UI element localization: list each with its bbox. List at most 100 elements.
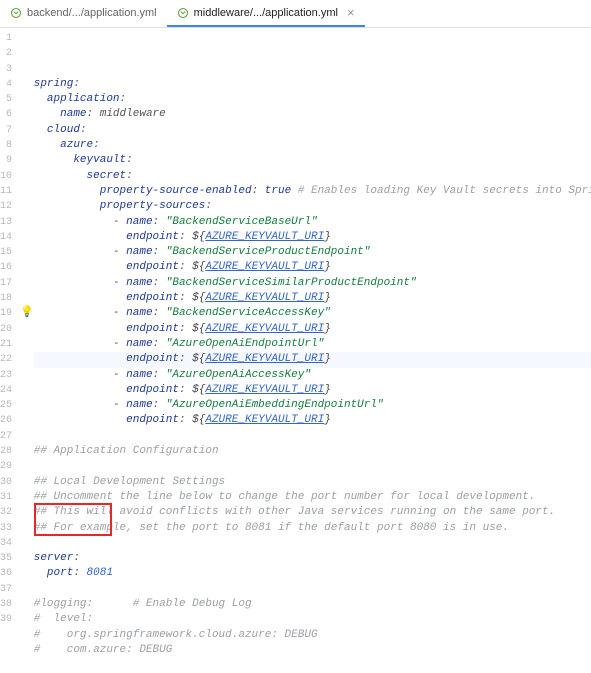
- token-plain: :: [179, 384, 192, 396]
- code-line[interactable]: name: middleware: [34, 107, 591, 122]
- code-line[interactable]: [34, 582, 591, 597]
- token-key: name: [60, 108, 86, 120]
- token-str: "BackendServiceSimilarProductEndpoint": [166, 277, 417, 289]
- token-brace: ${: [192, 292, 205, 304]
- token-dash: -: [113, 277, 126, 289]
- token-str: "BackendServiceAccessKey": [166, 307, 331, 319]
- token-brace: }: [324, 384, 331, 396]
- line-number: 37: [0, 582, 12, 597]
- token-key: application: [47, 93, 120, 105]
- code-line[interactable]: endpoint: ${AZURE_KEYVAULT_URI}: [34, 352, 591, 367]
- code-line[interactable]: keyvault:: [34, 153, 591, 168]
- code-line[interactable]: ## This will avoid conflicts with other …: [34, 505, 591, 520]
- token-brace: ${: [192, 323, 205, 335]
- token-plain: :: [179, 231, 192, 243]
- marker-column: 💡: [20, 28, 34, 624]
- token-plain: :: [126, 170, 133, 182]
- code-line[interactable]: endpoint: ${AZURE_KEYVAULT_URI}: [34, 291, 591, 306]
- code-line[interactable]: #logging: # Enable Debug Log: [34, 597, 591, 612]
- code-line[interactable]: # level:: [34, 612, 591, 627]
- line-number: 23: [0, 368, 12, 383]
- token-brace: ${: [192, 261, 205, 273]
- token-comment: # Enables loading Key Vault secrets into…: [298, 185, 591, 197]
- token-key: name: [126, 246, 152, 258]
- code-line[interactable]: property-sources:: [34, 199, 591, 214]
- code-line[interactable]: property-source-enabled: true # Enables …: [34, 184, 591, 199]
- token-comment: ## Application Configuration: [34, 445, 219, 457]
- token-plain: middleware: [100, 108, 166, 120]
- line-number: 1: [0, 31, 12, 46]
- token-plain: [34, 231, 126, 243]
- code-line[interactable]: endpoint: ${AZURE_KEYVAULT_URI}: [34, 260, 591, 275]
- code-line[interactable]: [34, 459, 591, 474]
- close-icon[interactable]: ×: [347, 5, 355, 20]
- token-plain: :: [179, 292, 192, 304]
- code-line[interactable]: application:: [34, 92, 591, 107]
- tab-middleware-application-yml[interactable]: middleware/.../application.yml ×: [167, 0, 365, 27]
- line-number: 39: [0, 612, 12, 627]
- tab-backend-application-yml[interactable]: backend/.../application.yml: [0, 0, 167, 27]
- line-number: 32: [0, 505, 12, 520]
- code-line[interactable]: - name: "BackendServiceProductEndpoint": [34, 245, 591, 260]
- line-number: 8: [0, 138, 12, 153]
- token-plain: [34, 307, 113, 319]
- token-plain: [34, 292, 126, 304]
- token-dash: -: [113, 338, 126, 350]
- code-line[interactable]: cloud:: [34, 123, 591, 138]
- code-line[interactable]: - name: "BackendServiceAccessKey": [34, 306, 591, 321]
- token-key: name: [126, 216, 152, 228]
- code-line[interactable]: ## For example, set the port to 8081 if …: [34, 521, 591, 536]
- editor-tabs: backend/.../application.yml middleware/.…: [0, 0, 591, 28]
- code-line[interactable]: port: 8081: [34, 566, 591, 581]
- code-line[interactable]: spring:: [34, 77, 591, 92]
- code-line[interactable]: azure:: [34, 138, 591, 153]
- code-line[interactable]: - name: "BackendServiceSimilarProductEnd…: [34, 276, 591, 291]
- token-key: endpoint: [126, 261, 179, 273]
- line-number: 9: [0, 153, 12, 168]
- code-line[interactable]: endpoint: ${AZURE_KEYVAULT_URI}: [34, 322, 591, 337]
- code-line[interactable]: ## Application Configuration: [34, 444, 591, 459]
- code-line[interactable]: [34, 658, 591, 673]
- token-plain: [34, 399, 113, 411]
- line-number: 31: [0, 490, 12, 505]
- token-plain: :: [80, 124, 87, 136]
- code-line[interactable]: [34, 429, 591, 444]
- code-line[interactable]: [34, 536, 591, 551]
- code-line[interactable]: endpoint: ${AZURE_KEYVAULT_URI}: [34, 230, 591, 245]
- yaml-file-icon: [10, 7, 22, 19]
- code-line[interactable]: endpoint: ${AZURE_KEYVAULT_URI}: [34, 413, 591, 428]
- token-bool: true: [265, 185, 291, 197]
- token-dash: -: [113, 246, 126, 258]
- code-line[interactable]: # org.springframework.cloud.azure: DEBUG: [34, 628, 591, 643]
- code-line[interactable]: - name: "BackendServiceBaseUrl": [34, 215, 591, 230]
- token-key: endpoint: [126, 414, 179, 426]
- code-line[interactable]: - name: "AzureOpenAiEmbeddingEndpointUrl…: [34, 398, 591, 413]
- code-line[interactable]: - name: "AzureOpenAiEndpointUrl": [34, 337, 591, 352]
- token-plain: [34, 353, 126, 365]
- token-var: AZURE_KEYVAULT_URI: [205, 323, 324, 335]
- code-line[interactable]: - name: "AzureOpenAiAccessKey": [34, 368, 591, 383]
- code-line[interactable]: ## Uncomment the line below to change th…: [34, 490, 591, 505]
- token-key: name: [126, 338, 152, 350]
- code-area[interactable]: spring: application: name: middleware cl…: [34, 28, 591, 624]
- token-brace: ${: [192, 353, 205, 365]
- token-brace: }: [324, 231, 331, 243]
- token-brace: }: [324, 414, 331, 426]
- token-brace: ${: [192, 384, 205, 396]
- token-str: "AzureOpenAiAccessKey": [166, 369, 311, 381]
- code-line[interactable]: secret:: [34, 169, 591, 184]
- code-line[interactable]: server:: [34, 551, 591, 566]
- token-plain: [34, 369, 113, 381]
- token-brace: }: [324, 353, 331, 365]
- token-num: 8081: [87, 567, 113, 579]
- token-str: "AzureOpenAiEndpointUrl": [166, 338, 324, 350]
- code-editor[interactable]: 1234567891011121314151617181920212223242…: [0, 28, 591, 624]
- line-number: 24: [0, 383, 12, 398]
- code-line[interactable]: endpoint: ${AZURE_KEYVAULT_URI}: [34, 383, 591, 398]
- line-number: 28: [0, 444, 12, 459]
- code-line[interactable]: # com.azure: DEBUG: [34, 643, 591, 658]
- token-plain: [34, 108, 60, 120]
- code-line[interactable]: ## Local Development Settings: [34, 475, 591, 490]
- lightbulb-icon[interactable]: 💡: [20, 306, 34, 321]
- line-number: 7: [0, 123, 12, 138]
